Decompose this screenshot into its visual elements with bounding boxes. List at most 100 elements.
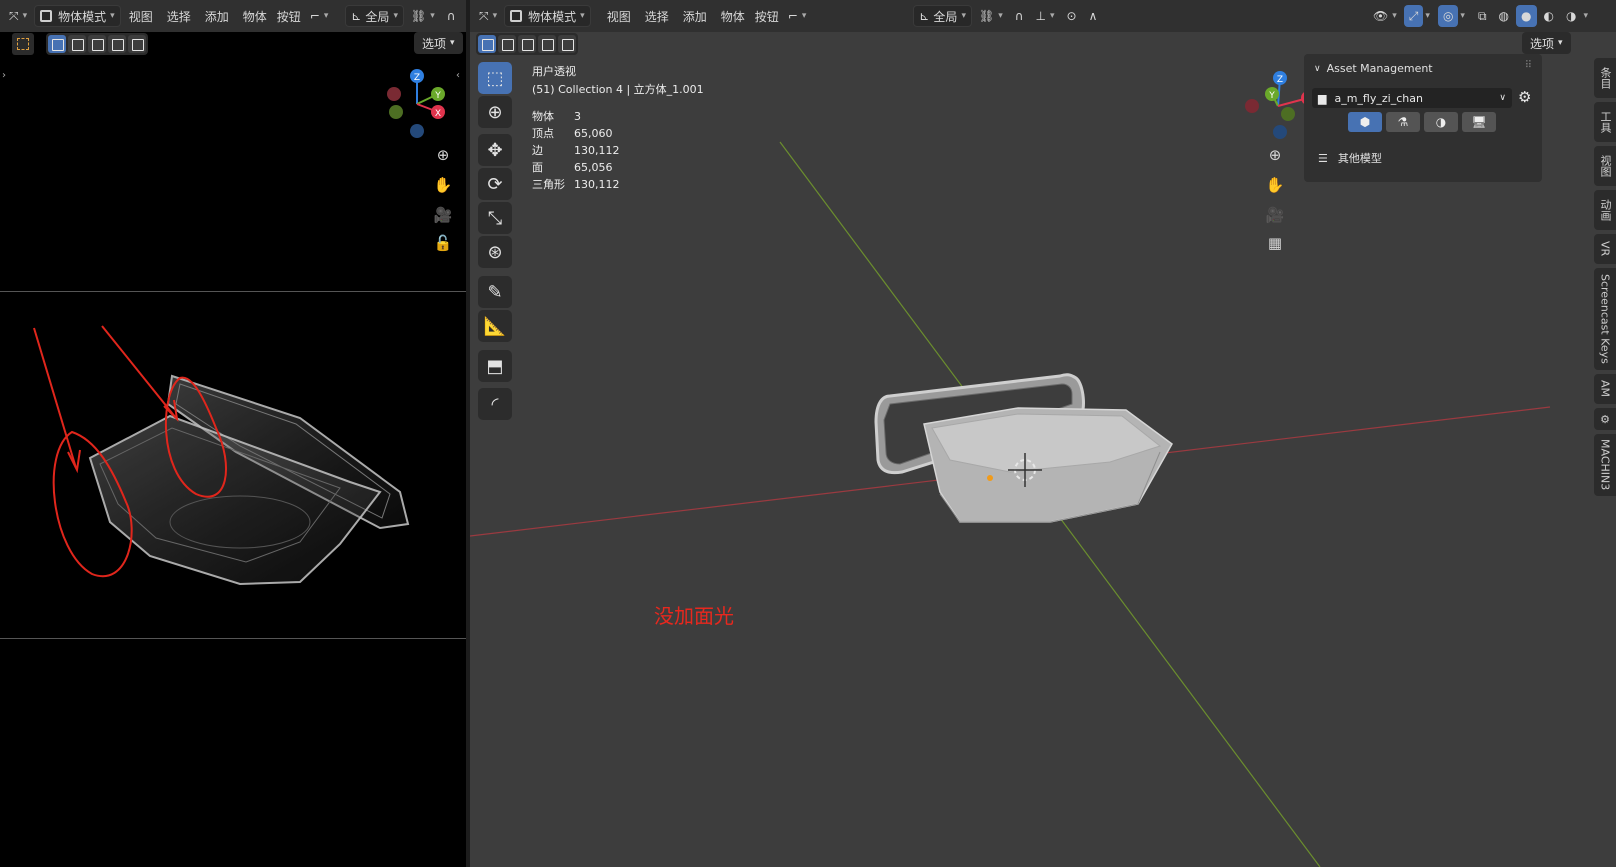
left-options-dropdown[interactable]: 选项 ▾ xyxy=(414,32,463,54)
menu-buttons[interactable]: 按钮 xyxy=(275,8,303,25)
rotate-tool[interactable]: ⟳ xyxy=(478,168,512,200)
gear-icon[interactable]: ⚙ xyxy=(1518,88,1531,106)
shading-solid-button[interactable]: ● xyxy=(1516,5,1537,27)
visibility-dropdown[interactable]: 👁 ▾ xyxy=(1368,5,1402,27)
select-extend-icon[interactable] xyxy=(498,35,516,53)
shading-rendered-button[interactable]: ◑ xyxy=(1561,5,1581,27)
annotate-tool[interactable]: ✎ xyxy=(478,276,512,308)
mode-dropdown[interactable]: 物体模式 ▾ xyxy=(34,5,121,27)
side-tab-screencast-keys[interactable]: Screencast Keys xyxy=(1594,268,1616,370)
shading-wireframe-button[interactable]: ◍ xyxy=(1494,5,1514,27)
hand-pan-icon[interactable]: ✋ xyxy=(430,172,456,198)
left-navigation-gizmo[interactable]: Z Y X xyxy=(382,64,452,144)
overlay-toggle[interactable]: ◎ xyxy=(1437,5,1459,27)
select-box-tool[interactable]: ⬚ xyxy=(478,62,512,94)
transform-orientation-dropdown[interactable]: ⊾ 全局 ▾ xyxy=(913,5,972,27)
perspective-grid-icon[interactable]: ▦ xyxy=(1262,230,1288,256)
panel-header[interactable]: ∨ Asset Management xyxy=(1314,62,1433,75)
menu-object[interactable]: 物体 xyxy=(237,8,273,25)
monitor-icon: 🖥 xyxy=(1471,115,1487,129)
side-tab-animation[interactable]: 动画 xyxy=(1594,190,1616,230)
xray-toggle[interactable]: ⧉ xyxy=(1473,5,1492,27)
library-dropdown[interactable]: ▆ a_m_fly_zi_chan ∨ xyxy=(1312,88,1512,108)
extra-tool[interactable]: ◜ xyxy=(478,388,512,420)
side-tab-tool[interactable]: 工具 xyxy=(1594,102,1616,142)
shading-material-button[interactable]: ◐ xyxy=(1539,5,1559,27)
editor-type-button[interactable]: ⤧ ▾ xyxy=(474,5,502,27)
cursor-arrow-icon: ⬚ xyxy=(486,67,504,89)
side-tab-machin3[interactable]: MACHIN3 xyxy=(1594,434,1616,496)
mode-dropdown[interactable]: 物体模式 ▾ xyxy=(504,5,591,27)
select-intersect-icon[interactable] xyxy=(128,35,146,53)
solid-sphere-icon: ● xyxy=(1521,9,1532,23)
tree-list-icon: ☰ xyxy=(1318,151,1328,165)
camera-icon[interactable]: 🎥 xyxy=(1262,202,1288,228)
snap-dropdown[interactable]: ⌐ ▾ xyxy=(305,5,334,27)
left-viewport: 选项 ▾ › ‹ Z Y X ⊕ ✋ 🎥 🔓 xyxy=(0,32,466,867)
transform-orientation-dropdown[interactable]: ⊾ 全局 ▾ xyxy=(345,5,404,27)
shader-tab[interactable]: ◑ xyxy=(1424,112,1458,132)
right-options-dropdown[interactable]: 选项 ▾ xyxy=(1522,32,1571,54)
stat-label: 顶点 xyxy=(532,127,554,140)
select-intersect-icon[interactable] xyxy=(558,35,576,53)
select-new-icon[interactable] xyxy=(478,35,496,53)
material-tab[interactable]: ⚗ xyxy=(1386,112,1420,132)
side-tab-item[interactable]: 条目 xyxy=(1594,58,1616,98)
chevron-down-icon[interactable]: ▾ xyxy=(1460,11,1465,21)
model-tab[interactable]: ⬢ xyxy=(1348,112,1382,132)
menu-buttons[interactable]: 按钮 xyxy=(753,8,781,25)
side-tab-extra[interactable]: ⚙ xyxy=(1594,408,1616,430)
side-tab-am[interactable]: AM xyxy=(1594,374,1616,404)
select-tool-button[interactable] xyxy=(12,33,34,55)
camera-icon[interactable]: 🎥 xyxy=(430,202,456,228)
header-right-group: 👁 ▾ ⤢ ▾ ◎ ▾ ⧉ ◍ ● ◐ ◑ ▾ xyxy=(1368,5,1616,27)
menu-view[interactable]: 视图 xyxy=(601,8,637,25)
side-tab-view[interactable]: 视图 xyxy=(1594,146,1616,186)
proportional-edit-toggle[interactable]: ⊙ xyxy=(1062,5,1082,27)
lock-icon[interactable]: 🔓 xyxy=(430,230,456,256)
falloff-dropdown[interactable]: ∧ xyxy=(1084,5,1103,27)
world-tab[interactable]: 🖥 xyxy=(1462,112,1496,132)
select-subtract-icon[interactable] xyxy=(518,35,536,53)
right-panel-arrow-icon[interactable]: ‹ xyxy=(456,70,460,81)
measure-tool[interactable]: 📐 xyxy=(478,310,512,342)
scale-tool[interactable]: ⤡ xyxy=(478,202,512,234)
viewport-editor-icon: ⤧ xyxy=(9,8,19,23)
mode-label: 物体模式 xyxy=(528,9,577,24)
move-tool[interactable]: ✥ xyxy=(478,134,512,166)
add-cube-tool[interactable]: ⬒ xyxy=(478,350,512,382)
snap-target-dropdown[interactable]: ⊥ ▾ xyxy=(1031,5,1060,27)
snapping-toggle[interactable]: ∩ xyxy=(442,5,461,27)
select-extend-icon[interactable] xyxy=(68,35,86,53)
snapping-toggle[interactable]: ∩ xyxy=(1010,5,1029,27)
category-item[interactable]: ☰ 其他模型 xyxy=(1318,150,1382,166)
menu-add[interactable]: 添加 xyxy=(677,8,713,25)
zoom-icon[interactable]: ⊕ xyxy=(1262,142,1288,168)
select-invert-icon[interactable] xyxy=(108,35,126,53)
menu-view[interactable]: 视图 xyxy=(123,8,159,25)
menu-select[interactable]: 选择 xyxy=(161,8,197,25)
cursor-tool[interactable]: ⊕ xyxy=(478,96,512,128)
left-panel-arrow-icon[interactable]: › xyxy=(2,70,6,81)
chevron-down-icon[interactable]: ▾ xyxy=(1583,11,1588,21)
main-viewport[interactable]: 选项 ▾ ⬚ ⊕ ✥ ⟳ ⤡ ⊛ ✎ 📐 ⬒ ◜ 用户透视 (51) Collec… xyxy=(470,32,1616,867)
zoom-icon[interactable]: ⊕ xyxy=(430,142,456,168)
pivot-dropdown[interactable]: ⛓ ▾ xyxy=(974,5,1008,27)
select-new-icon[interactable] xyxy=(48,35,66,53)
transform-tool[interactable]: ⊛ xyxy=(478,236,512,268)
stat-row: 边 130,112 xyxy=(532,142,620,158)
menu-select[interactable]: 选择 xyxy=(639,8,675,25)
select-invert-icon[interactable] xyxy=(538,35,556,53)
menu-object[interactable]: 物体 xyxy=(715,8,751,25)
pivot-dropdown[interactable]: ⛓ ▾ xyxy=(406,5,440,27)
side-tab-vr[interactable]: VR xyxy=(1594,234,1616,264)
select-subtract-icon[interactable] xyxy=(88,35,106,53)
editor-type-button[interactable]: ⤧ ▾ xyxy=(4,5,32,27)
gizmo-toggle[interactable]: ⤢ xyxy=(1403,5,1424,27)
snap-dropdown[interactable]: ⌐ ▾ xyxy=(783,5,812,27)
hand-pan-icon[interactable]: ✋ xyxy=(1262,172,1288,198)
drag-handle-icon[interactable]: ⠿ xyxy=(1525,60,1532,71)
menu-add[interactable]: 添加 xyxy=(199,8,235,25)
chevron-down-icon[interactable]: ▾ xyxy=(1425,11,1430,21)
left-tool-row xyxy=(12,32,148,56)
